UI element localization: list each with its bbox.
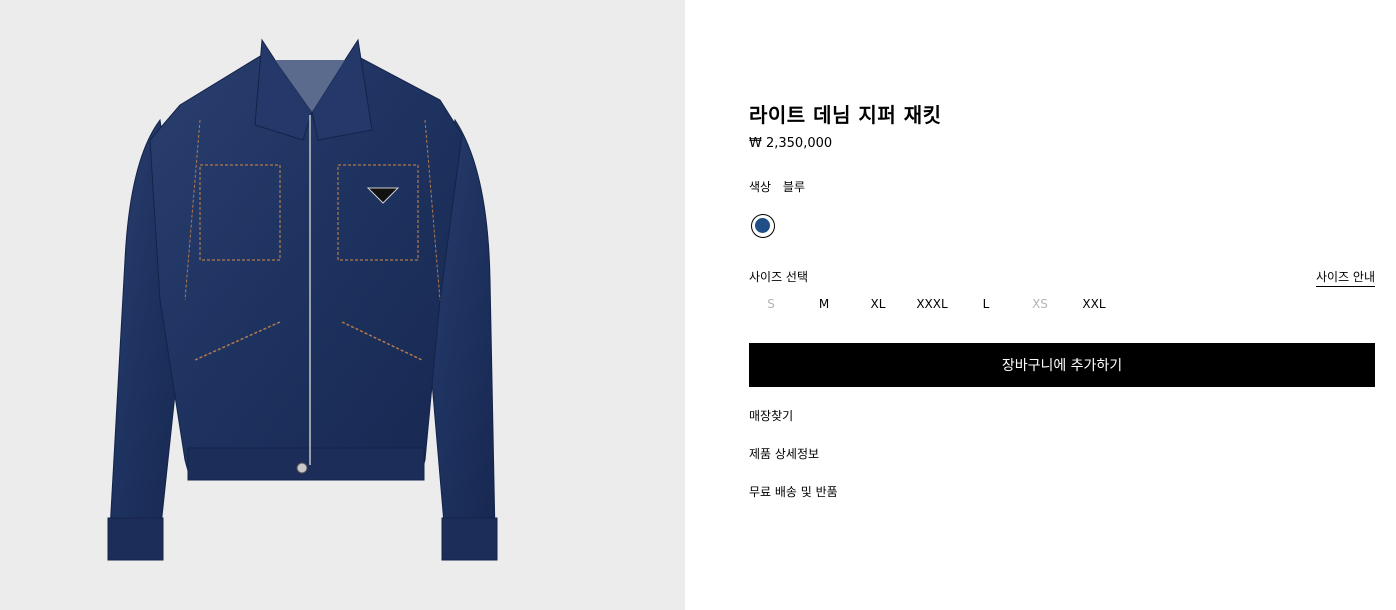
product-image-area bbox=[0, 0, 685, 610]
size-header: 사이즈 선택 사이즈 안내 bbox=[749, 268, 1375, 288]
product-price: ₩ 2,350,000 bbox=[749, 136, 833, 151]
color-label: 색상 bbox=[749, 180, 772, 194]
size-option-xxxl[interactable]: XXXL bbox=[910, 297, 954, 311]
size-option-s[interactable]: S bbox=[749, 297, 793, 311]
product-title: 라이트 데님 지퍼 재킷 bbox=[749, 103, 942, 127]
size-option-xl[interactable]: XL bbox=[856, 297, 900, 311]
denim-jacket-image bbox=[107, 38, 498, 561]
size-option-m[interactable]: M bbox=[802, 297, 846, 311]
size-option-xxl[interactable]: XXL bbox=[1072, 297, 1116, 311]
product-info-panel: 라이트 데님 지퍼 재킷 ₩ 2,350,000 색상 블루 사이즈 선택 사이… bbox=[749, 0, 1375, 610]
color-value: 블루 bbox=[782, 180, 806, 194]
shipping-returns-link[interactable]: 무료 배송 및 반품 bbox=[749, 483, 838, 500]
size-label: 사이즈 선택 bbox=[749, 270, 809, 284]
find-store-link[interactable]: 매장찾기 bbox=[749, 407, 793, 424]
product-details-link[interactable]: 제품 상세정보 bbox=[749, 445, 819, 462]
color-swatch-dot bbox=[755, 218, 770, 233]
color-row: 색상 블루 bbox=[749, 178, 805, 195]
color-swatch-blue[interactable] bbox=[751, 214, 775, 238]
size-guide-link[interactable]: 사이즈 안내 bbox=[1315, 268, 1375, 287]
size-option-xs[interactable]: XS bbox=[1018, 297, 1062, 311]
size-option-l[interactable]: L bbox=[964, 297, 1008, 311]
add-to-cart-button[interactable]: 장바구니에 추가하기 bbox=[749, 343, 1375, 387]
